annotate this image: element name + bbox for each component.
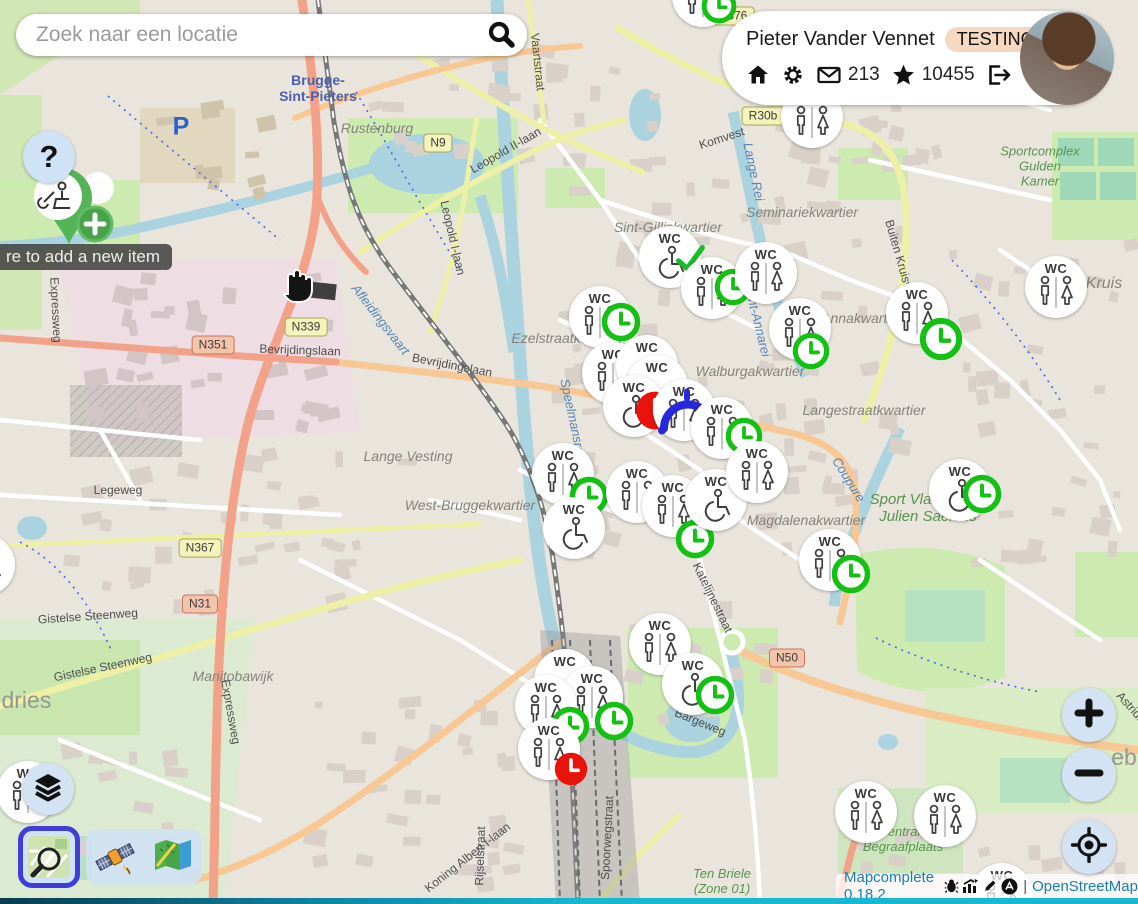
toilet-marker[interactable]: WC [735, 242, 797, 304]
toilet-marker[interactable]: WC [769, 298, 831, 360]
marker-label: WC [711, 403, 734, 416]
pencil-icon[interactable] [982, 878, 998, 894]
marker-label: WC [581, 672, 604, 685]
help-label: ? [40, 139, 59, 175]
user-actions-row: 213 10455 [746, 63, 1012, 87]
toilet-marker[interactable]: WC [799, 529, 861, 591]
toilet-marker[interactable]: WC [681, 257, 743, 319]
hand-cursor-icon [278, 264, 314, 309]
background-layer-osm-selected[interactable] [18, 826, 80, 888]
male-female-icon [736, 460, 778, 496]
attribution-bar: Mapcomplete 0.18.2 | OpenStreetMap [836, 874, 1138, 898]
toilet-marker[interactable]: WC [726, 441, 788, 503]
avatar[interactable] [1020, 11, 1114, 105]
star-icon [891, 63, 916, 87]
toilet-marker[interactable]: WC [835, 781, 897, 843]
opening-hours-badge [831, 554, 871, 594]
search-icon[interactable] [485, 19, 517, 51]
osm-attribution-link[interactable]: OpenStreetMap [1032, 878, 1138, 895]
geolocate-button[interactable] [1062, 820, 1116, 874]
layers-button[interactable] [22, 763, 74, 815]
marker-label: WC [554, 655, 577, 668]
marker-label: WC [755, 248, 778, 261]
wheelchair-icon [554, 516, 594, 552]
marker-label: WC [636, 341, 659, 354]
layers-icon [32, 771, 64, 808]
marker-label: WC [855, 787, 878, 800]
wheelchair-icon [696, 488, 736, 524]
search-bar [16, 14, 527, 56]
marker-label: WC [789, 304, 812, 317]
marker-label: WC [906, 288, 929, 301]
marker-label: WC [662, 481, 685, 494]
minus-icon [1074, 758, 1104, 793]
marker-label: WC [535, 681, 558, 694]
user-name[interactable]: Pieter Vander Vennet [746, 28, 935, 51]
zoom-out-button[interactable] [1062, 748, 1116, 802]
marker-label: WC [646, 361, 669, 374]
changesets-count[interactable]: 10455 [922, 64, 975, 86]
opening-hours-badge [594, 701, 634, 741]
background-layer-group [86, 829, 202, 885]
toilet-marker[interactable]: WC [518, 718, 580, 780]
marker-label: WC [934, 791, 957, 804]
male-female-icon [791, 105, 833, 141]
attribution-separator: | [1023, 878, 1027, 895]
messages-count[interactable]: 213 [848, 64, 880, 86]
toilet-marker[interactable]: WC [0, 534, 15, 596]
opening-hours-badge [962, 474, 1002, 514]
closed-badge [553, 751, 589, 787]
user-row: Pieter Vander Vennet TESTING [746, 27, 1047, 52]
opening-hours-badge [792, 332, 830, 370]
marker-label: WC [563, 503, 586, 516]
male-female-icon [0, 553, 5, 589]
zoom-in-button[interactable] [1062, 688, 1116, 742]
gear-icon[interactable] [781, 63, 805, 87]
crosshair-icon [1071, 827, 1107, 868]
logout-icon[interactable] [986, 63, 1012, 87]
messages-icon[interactable] [816, 63, 842, 87]
marker-label: WC [538, 724, 561, 737]
plus-icon [1074, 698, 1104, 733]
toilet-marker[interactable]: WC [929, 459, 991, 521]
home-icon[interactable] [746, 63, 770, 87]
mapcomplete-app: Brugge- Sint-PietersRustenburgSint-Gilli… [0, 0, 1138, 904]
marker-label: WC [819, 535, 842, 548]
opening-hours-badge [919, 317, 963, 361]
toilet-marker[interactable]: WC [532, 443, 594, 505]
background-layer-satellite[interactable] [93, 835, 137, 879]
map-markers-layer: WC WC WC WC WC WC WC WC WC WC WC WC WC WC WC WC WC WC WC WC… [0, 0, 1138, 904]
toilet-marker[interactable]: WC [569, 286, 631, 348]
opening-hours-badge [601, 302, 641, 342]
help-button[interactable]: ? [23, 131, 75, 183]
attribution-circle-icon[interactable] [1001, 878, 1018, 895]
stats-icon[interactable] [962, 878, 979, 894]
marker-label: WC [626, 467, 649, 480]
osm-carto-icon [27, 835, 71, 879]
marker-label: WC [705, 475, 728, 488]
marker-label: WC [552, 449, 575, 462]
male-female-icon [845, 800, 887, 836]
male-female-icon [1035, 275, 1077, 311]
bottom-accent-bar [0, 898, 1138, 904]
user-panel: Pieter Vander Vennet TESTING 213 [722, 11, 1112, 105]
marker-label: WC [1045, 262, 1068, 275]
opening-hours-badge [701, 0, 737, 24]
add-item-tooltip: re to add a new item [0, 244, 172, 270]
opening-hours-badge [695, 675, 735, 715]
toilet-marker[interactable]: WC [672, 0, 734, 27]
toilet-marker[interactable]: WC [886, 282, 948, 344]
toilet-marker[interactable]: WC [662, 653, 724, 715]
male-female-icon [745, 261, 787, 297]
marker-label: WC [649, 619, 672, 632]
marker-label: WC [682, 659, 705, 672]
male-female-icon [924, 804, 966, 840]
marker-label: WC [746, 447, 769, 460]
bug-icon[interactable] [944, 878, 959, 894]
toilet-marker[interactable]: WC [914, 785, 976, 847]
background-layer-map[interactable] [151, 835, 195, 879]
search-input[interactable] [34, 22, 485, 48]
toilet-marker[interactable]: WC [1025, 256, 1087, 318]
toilet-marker[interactable]: WC [543, 497, 605, 559]
